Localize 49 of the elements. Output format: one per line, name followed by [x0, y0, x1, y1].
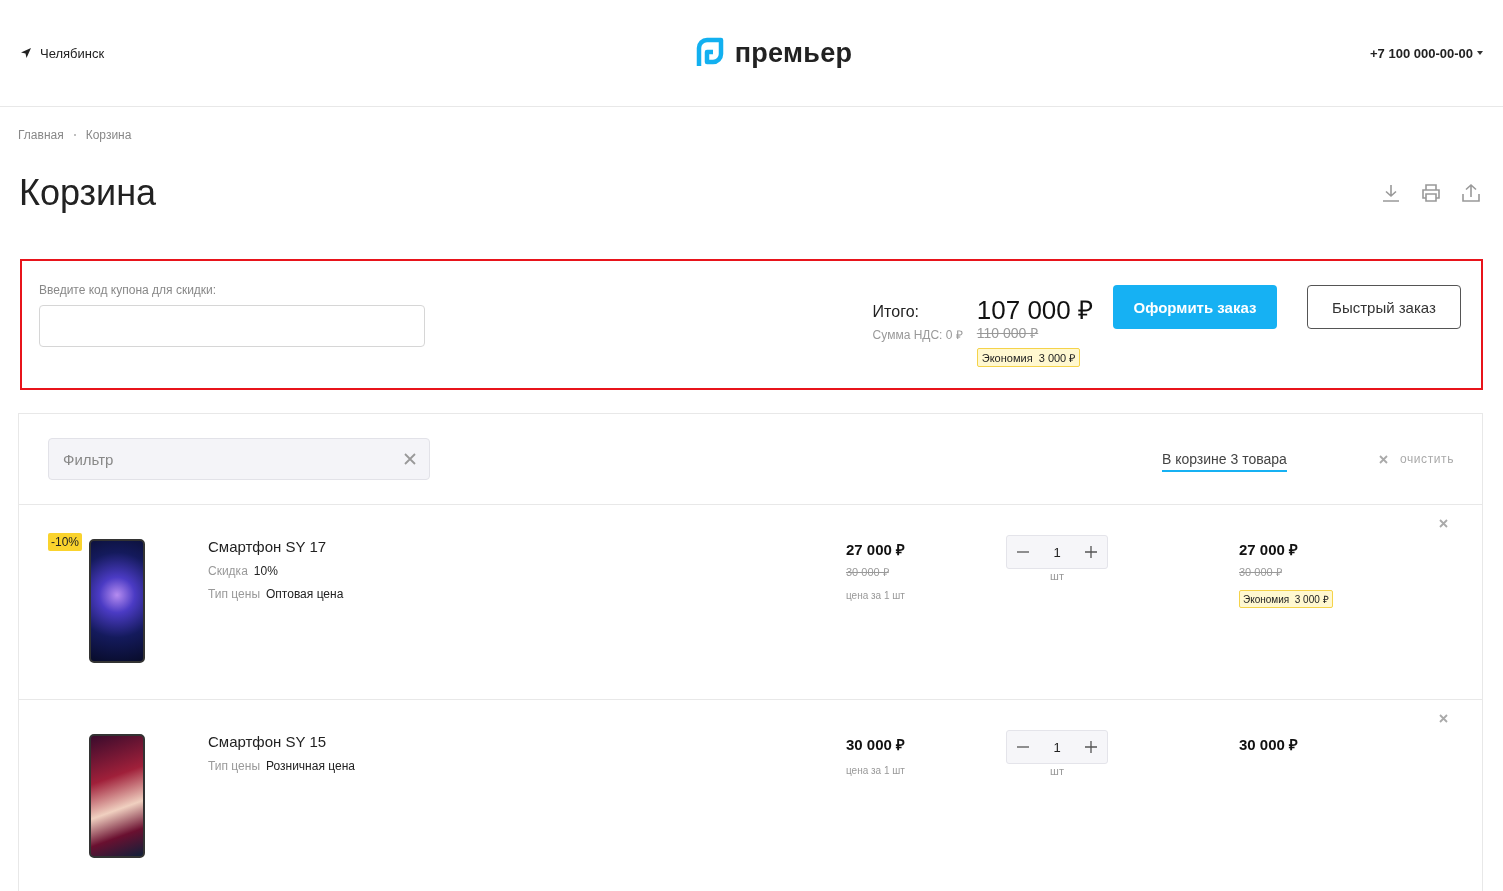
logo-text[interactable]: премьер [734, 37, 853, 69]
total-price: 107 000 ₽ [976, 295, 1093, 325]
property-label: Тип цены [208, 759, 260, 773]
filter-field[interactable]: Фильтр [48, 438, 430, 480]
vat-text: Сумма НДС: 0 ₽ [872, 327, 963, 343]
unit-price-note: цена за 1 шт [846, 590, 905, 601]
download-icon[interactable] [1381, 183, 1401, 203]
phone-number[interactable]: +7 100 000-00-00 [1370, 45, 1473, 61]
line-total: 30 000 ₽ [1239, 735, 1299, 754]
property-value: Розничная цена [266, 759, 355, 773]
savings-badge: Экономия 3 000 ₽ [976, 348, 1081, 367]
unit-price: 27 000 ₽ [846, 540, 906, 559]
property-label: Скидка [208, 564, 248, 578]
plus-icon[interactable] [1085, 546, 1097, 558]
savings-badge: Экономия 3 000 ₽ [1239, 590, 1333, 608]
total-label: Итого: [872, 303, 920, 321]
print-icon[interactable] [1421, 183, 1441, 203]
property-label: Тип цены [208, 587, 260, 601]
old-unit-price: 30 000 ₽ [846, 565, 889, 579]
location-arrow-icon [20, 47, 32, 59]
unit-label: шт [1049, 765, 1065, 777]
unit-price-note: цена за 1 шт [846, 765, 905, 776]
breadcrumb-link[interactable]: Корзина [85, 128, 132, 142]
remove-icon[interactable] [1439, 714, 1448, 723]
property-value: Оптовая цена [266, 587, 344, 601]
caret-icon[interactable] [1477, 51, 1483, 55]
line-total: 27 000 ₽ [1239, 540, 1299, 559]
page-title: Корзина [19, 172, 157, 214]
quick-order-button[interactable]: Быстрый заказ [1307, 285, 1461, 329]
product-name[interactable]: Смартфон SY 15 [208, 733, 846, 750]
share-icon[interactable] [1461, 183, 1481, 203]
quantity-value[interactable]: 1 [1053, 739, 1061, 755]
discount-badge: -10% [48, 533, 82, 551]
coupon-label: Введите код купона для скидки: [39, 283, 218, 297]
quantity-value[interactable]: 1 [1053, 544, 1061, 560]
close-icon[interactable] [1378, 454, 1388, 464]
remove-icon[interactable] [1439, 519, 1448, 528]
breadcrumb-link[interactable]: Главная [18, 128, 64, 142]
cart-count-tab[interactable]: В корзине 3 товара [1161, 450, 1287, 472]
unit-price: 30 000 ₽ [846, 735, 906, 754]
coupon-input-field[interactable] [39, 305, 425, 347]
city-link[interactable]: Челябинск [40, 45, 105, 61]
old-line-total: 30 000 ₽ [1239, 565, 1282, 579]
product-name[interactable]: Смартфон SY 17 [208, 538, 846, 555]
plus-icon[interactable] [1085, 741, 1097, 753]
close-icon[interactable] [404, 453, 416, 465]
old-total-price: 110 000 ₽ [976, 324, 1039, 342]
unit-label: шт [1049, 570, 1065, 582]
property-value: 10% [253, 564, 278, 578]
